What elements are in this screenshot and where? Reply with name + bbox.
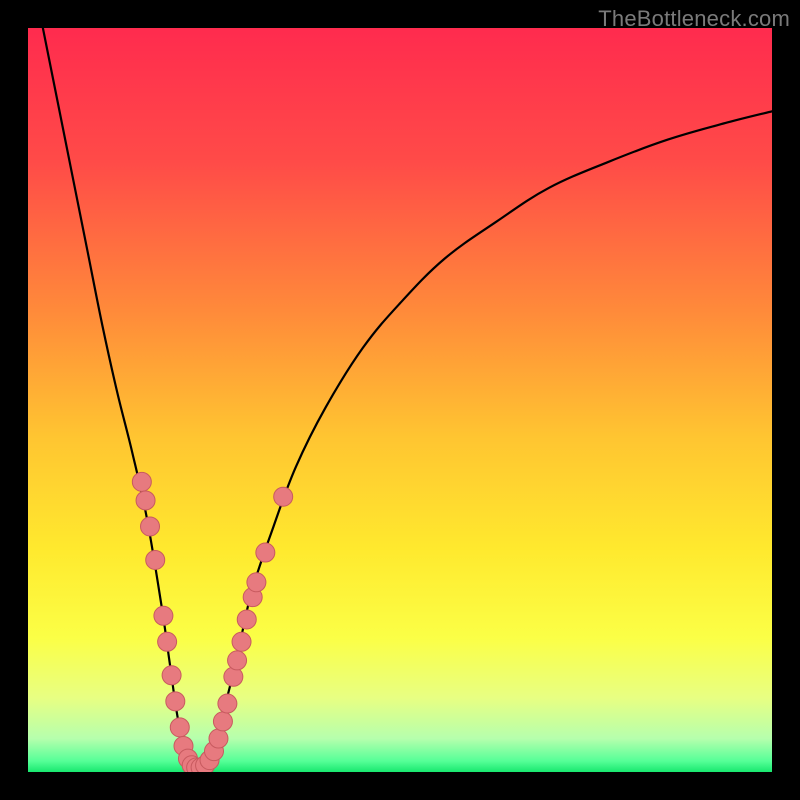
watermark-text: TheBottleneck.com bbox=[598, 6, 790, 32]
data-point bbox=[224, 667, 243, 686]
data-point bbox=[218, 694, 237, 713]
data-point bbox=[166, 692, 185, 711]
data-point bbox=[146, 550, 165, 569]
data-point bbox=[170, 718, 189, 737]
data-point bbox=[158, 632, 177, 651]
data-point bbox=[213, 712, 232, 731]
data-point bbox=[274, 487, 293, 506]
data-point bbox=[154, 606, 173, 625]
data-point bbox=[228, 651, 247, 670]
outer-frame: TheBottleneck.com bbox=[0, 0, 800, 800]
data-point bbox=[237, 610, 256, 629]
chart-svg bbox=[28, 28, 772, 772]
data-point bbox=[162, 666, 181, 685]
data-point bbox=[247, 573, 266, 592]
data-point bbox=[209, 729, 228, 748]
data-point bbox=[141, 517, 160, 536]
data-point bbox=[132, 472, 151, 491]
plot-area bbox=[28, 28, 772, 772]
gradient-background bbox=[28, 28, 772, 772]
data-point bbox=[256, 543, 275, 562]
data-point bbox=[136, 491, 155, 510]
data-point bbox=[232, 632, 251, 651]
